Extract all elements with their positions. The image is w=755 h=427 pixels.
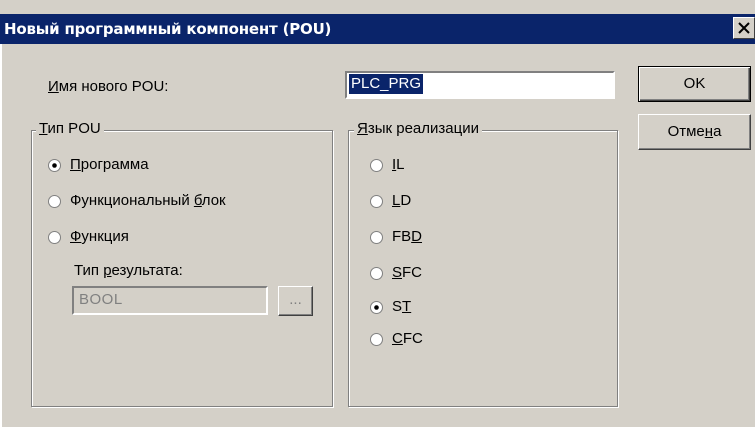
result-type-label: Тип результата: <box>74 262 183 279</box>
pou-name-value: PLC_PRG <box>349 74 424 94</box>
radio-function-label: Функция <box>70 228 129 245</box>
language-group <box>348 130 618 407</box>
result-type-browse-button[interactable]: ... <box>278 286 313 316</box>
radio-empty-icon <box>48 231 61 244</box>
radio-empty-icon <box>370 231 383 244</box>
window-edge <box>0 44 2 427</box>
new-pou-dialog: Новый программный компонент (POU) Имя но… <box>0 0 755 427</box>
close-icon <box>738 22 750 34</box>
radio-program-label: Программа <box>70 156 149 173</box>
result-type-value: BOOL <box>79 291 123 308</box>
radio-lang-il-label: IL <box>392 156 405 173</box>
pou-name-input[interactable]: PLC_PRG <box>345 71 615 99</box>
title-bar[interactable]: Новый программный компонент (POU) <box>0 14 755 44</box>
cancel-button[interactable]: Отмена <box>638 114 751 150</box>
radio-lang-st-label: ST <box>392 298 412 315</box>
close-button[interactable] <box>733 17 755 39</box>
pou-name-label: Имя нового POU: <box>48 78 169 95</box>
radio-selected-icon <box>48 159 61 172</box>
radio-selected-icon <box>370 301 383 314</box>
ok-button[interactable]: OK <box>638 66 751 102</box>
pou-type-title: Тип POU <box>36 120 104 137</box>
result-type-input[interactable]: BOOL <box>72 286 268 315</box>
radio-empty-icon <box>48 195 61 208</box>
radio-empty-icon <box>370 267 383 280</box>
dialog-title: Новый программный компонент (POU) <box>4 20 332 38</box>
radio-lang-cfc-label: CFC <box>392 330 423 347</box>
radio-lang-sfc-label: SFC <box>392 264 423 281</box>
radio-lang-ld-label: LD <box>392 192 412 209</box>
radio-lang-fbd-label: FBD <box>392 228 423 245</box>
radio-function-block-label: Функциональный блок <box>70 192 226 209</box>
cancel-button-label: Отмена <box>667 123 722 140</box>
ok-button-label: OK <box>683 75 706 92</box>
radio-empty-icon <box>370 333 383 346</box>
browse-label: ... <box>289 291 302 308</box>
radio-empty-icon <box>370 195 383 208</box>
language-title: Язык реализации <box>354 120 482 137</box>
radio-empty-icon <box>370 159 383 172</box>
